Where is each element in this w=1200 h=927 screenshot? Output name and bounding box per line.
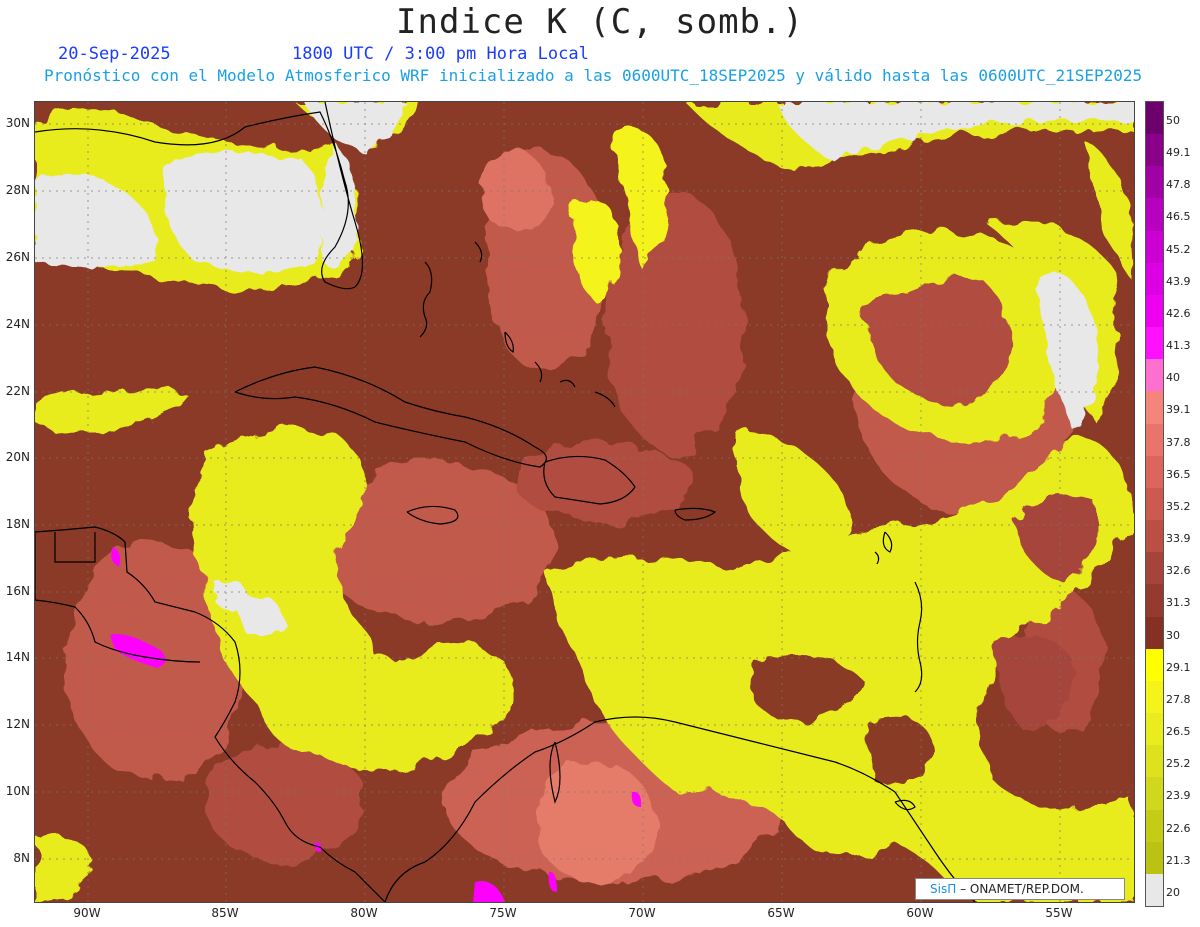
colorbar-label: 39.1	[1166, 403, 1191, 417]
colorbar-segment	[1146, 552, 1163, 585]
colorbar-label: 30	[1166, 628, 1180, 642]
colorbar-label: 41.3	[1166, 339, 1191, 353]
lon-label: 55W	[1045, 906, 1073, 920]
lon-label: 60W	[906, 906, 934, 920]
model-subtitle: Pronóstico con el Modelo Atmosferico WRF…	[44, 66, 1143, 85]
colorbar-label: 49.1	[1166, 146, 1191, 160]
colorbar-segment	[1146, 648, 1163, 682]
credit-text: – ONAMET/REP.DOM.	[960, 882, 1084, 896]
colorbar-label: 50	[1166, 114, 1180, 127]
lat-label: 20N	[5, 450, 30, 464]
lat-label: 22N	[5, 384, 30, 398]
lat-label: 14N	[5, 650, 30, 664]
colorbar-segment	[1146, 262, 1163, 296]
colorbar-segment	[1146, 455, 1163, 489]
colorbar-label: 36.5	[1166, 467, 1191, 481]
colorbar-segment	[1146, 745, 1163, 778]
map-title: Indice K (C, somb.)	[396, 2, 804, 42]
colorbar-label: 33.9	[1166, 532, 1191, 546]
colorbar-segment	[1146, 230, 1163, 264]
lat-label: 16N	[5, 584, 30, 598]
lat-label: 8N	[13, 851, 30, 865]
lat-label: 28N	[5, 183, 30, 197]
colorbar-segment	[1146, 423, 1163, 457]
colorbar-label: 40	[1166, 371, 1180, 385]
lat-label: 10N	[5, 784, 30, 798]
k-index-map	[34, 101, 1135, 903]
colorbar-label: 22.6	[1166, 821, 1191, 835]
colorbar-label: 31.3	[1166, 596, 1191, 610]
colorbar-label: 27.8	[1166, 692, 1191, 706]
colorbar-label: 37.8	[1166, 435, 1191, 449]
colorbar-label: 46.5	[1166, 210, 1191, 224]
colorbar-segment	[1146, 680, 1163, 714]
colorbar-segment	[1146, 391, 1163, 425]
forecast-date: 20-Sep-2025	[58, 44, 171, 64]
colorbar-segment	[1146, 809, 1163, 843]
colorbar-segment	[1146, 359, 1163, 392]
lat-label: 26N	[5, 250, 30, 264]
lat-label: 24N	[5, 317, 30, 331]
forecast-time: 1800 UTC / 3:00 pm Hora Local	[292, 44, 589, 64]
colorbar-segment	[1146, 327, 1163, 360]
colorbar-label: 47.8	[1166, 178, 1191, 192]
lon-label: 80W	[350, 906, 378, 920]
colorbar-segment	[1146, 487, 1163, 521]
colorbar-segment	[1146, 616, 1163, 650]
lat-label: 30N	[5, 116, 30, 130]
colorbar	[1145, 101, 1164, 907]
sispi-logo: SisΠ	[930, 882, 957, 896]
colorbar-segment	[1146, 102, 1163, 135]
colorbar-label: 29.1	[1166, 660, 1191, 674]
colorbar-label: 43.9	[1166, 274, 1191, 288]
colorbar-label: 32.6	[1166, 564, 1191, 578]
colorbar-label: 23.9	[1166, 789, 1191, 803]
colorbar-segment	[1146, 873, 1163, 907]
colorbar-segment	[1146, 841, 1163, 875]
colorbar-label: 25.2	[1166, 757, 1191, 771]
colorbar-segment	[1146, 584, 1163, 618]
map-field	[35, 102, 1134, 902]
colorbar-segment	[1146, 294, 1163, 328]
colorbar-segment	[1146, 198, 1163, 232]
colorbar-segment	[1146, 713, 1163, 746]
colorbar-segment	[1146, 777, 1163, 811]
colorbar-label: 20	[1166, 885, 1180, 899]
credit-box: SisΠ – ONAMET/REP.DOM.	[915, 878, 1125, 900]
colorbar-segment	[1146, 166, 1163, 199]
colorbar-label: 45.2	[1166, 242, 1191, 256]
lon-label: 90W	[73, 906, 101, 920]
colorbar-label: 35.2	[1166, 499, 1191, 513]
colorbar-label: 21.3	[1166, 853, 1191, 867]
colorbar-label: 26.5	[1166, 725, 1191, 739]
lon-label: 75W	[489, 906, 517, 920]
lat-label: 12N	[5, 717, 30, 731]
lon-label: 70W	[628, 906, 656, 920]
colorbar-label: 42.6	[1166, 306, 1191, 320]
lon-label: 65W	[767, 906, 795, 920]
colorbar-segment	[1146, 134, 1163, 167]
colorbar-segment	[1146, 520, 1163, 553]
lat-label: 18N	[5, 517, 30, 531]
lon-label: 85W	[211, 906, 239, 920]
